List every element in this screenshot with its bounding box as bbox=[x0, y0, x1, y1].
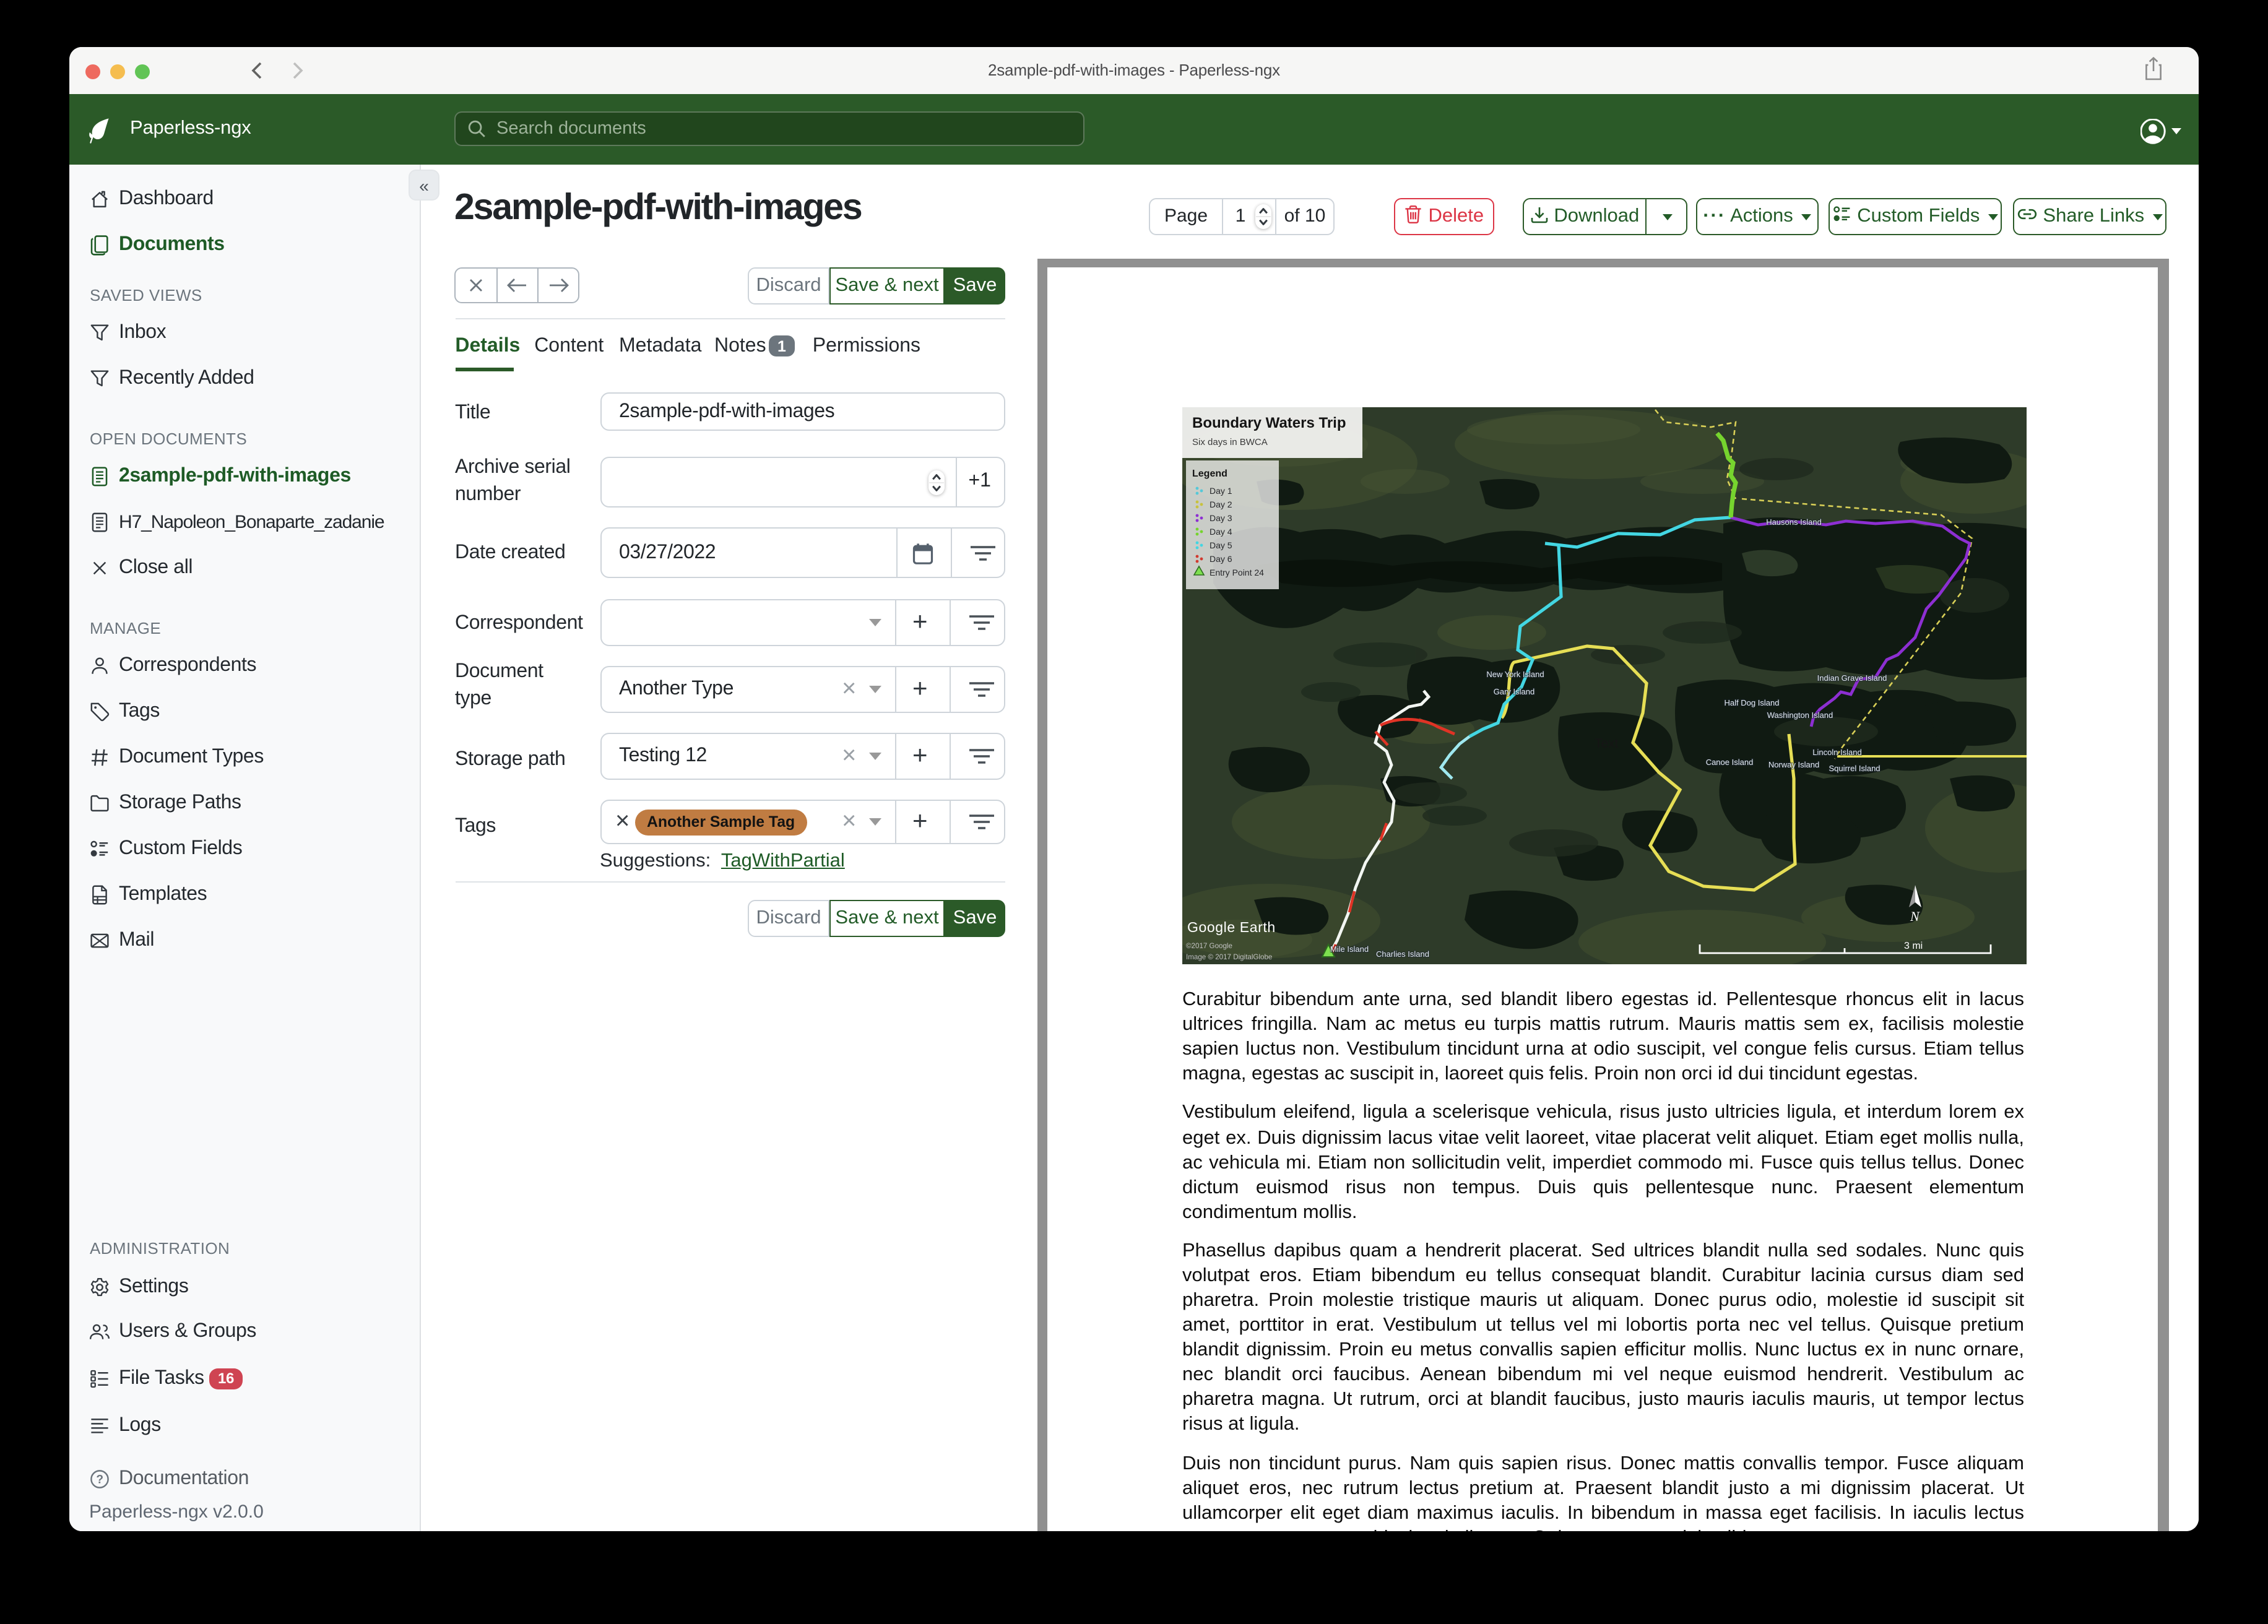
svg-text:Day 6: Day 6 bbox=[1209, 554, 1232, 564]
svg-text:Entry Point 24: Entry Point 24 bbox=[1209, 568, 1263, 577]
svg-text:N: N bbox=[1909, 909, 1920, 924]
svg-text:Day 4: Day 4 bbox=[1209, 527, 1232, 537]
svg-text:Hausons Island: Hausons Island bbox=[1765, 517, 1821, 527]
svg-text:Squirrel Island: Squirrel Island bbox=[1828, 764, 1879, 773]
svg-text:Six days in BWCA: Six days in BWCA bbox=[1192, 437, 1267, 447]
svg-text:Legend: Legend bbox=[1192, 469, 1227, 479]
svg-text:Google Earth: Google Earth bbox=[1187, 919, 1275, 935]
svg-text:©2017 Google: ©2017 Google bbox=[1185, 942, 1232, 950]
svg-text:Canoe Island: Canoe Island bbox=[1705, 758, 1753, 767]
svg-text:Day 1: Day 1 bbox=[1209, 486, 1232, 496]
svg-text:Norway Island: Norway Island bbox=[1768, 760, 1819, 769]
svg-text:Day 3: Day 3 bbox=[1209, 513, 1232, 523]
svg-text:New York Island: New York Island bbox=[1486, 670, 1543, 679]
svg-text:Image © 2017 DigitalGlobe: Image © 2017 DigitalGlobe bbox=[1185, 953, 1271, 961]
svg-text:Lincoln Island: Lincoln Island bbox=[1812, 748, 1861, 757]
svg-text:?: ? bbox=[96, 1473, 103, 1486]
svg-text:Indian Grave Island: Indian Grave Island bbox=[1817, 673, 1887, 683]
svg-text:Washington Island: Washington Island bbox=[1767, 710, 1832, 720]
svg-text:Mile Island: Mile Island bbox=[1330, 944, 1368, 954]
svg-text:Day 2: Day 2 bbox=[1209, 499, 1232, 509]
svg-text:Charlies Island: Charlies Island bbox=[1375, 949, 1429, 959]
svg-text:3 mi: 3 mi bbox=[1903, 941, 1922, 951]
svg-text:Boundary Waters Trip: Boundary Waters Trip bbox=[1192, 415, 1345, 431]
svg-text:Half Dog Island: Half Dog Island bbox=[1724, 698, 1779, 707]
svg-text:Text: Text bbox=[1594, 736, 1618, 751]
svg-text:Gary Island: Gary Island bbox=[1493, 687, 1534, 696]
svg-text:Day 5: Day 5 bbox=[1209, 540, 1232, 550]
